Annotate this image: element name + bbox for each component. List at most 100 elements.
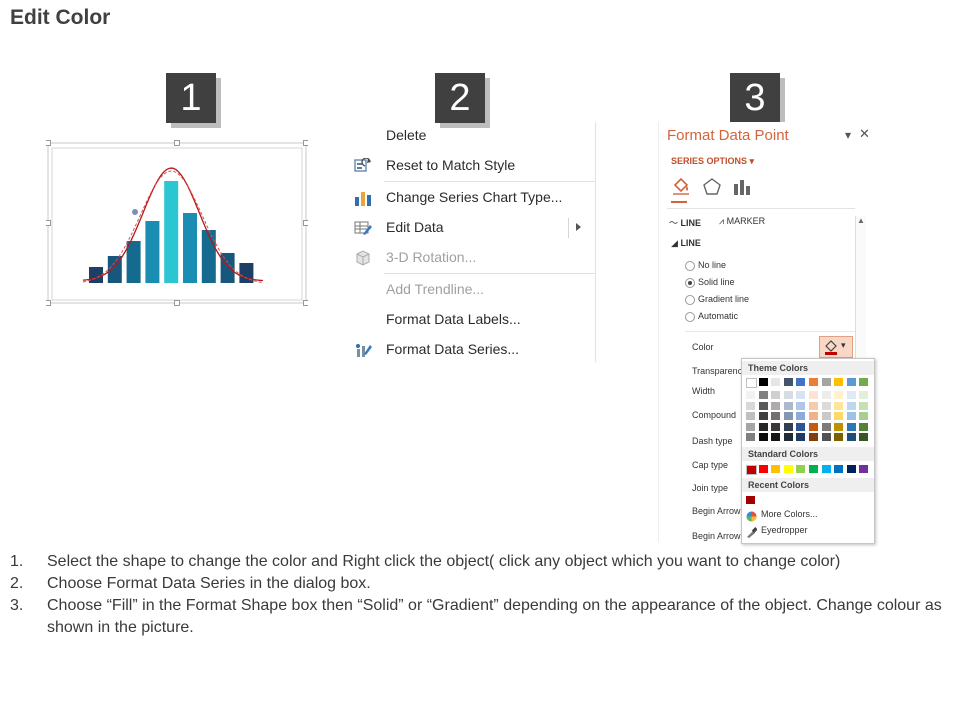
theme-shade-swatch[interactable] [796, 433, 806, 441]
eyedropper-item[interactable]: Eyedropper [744, 523, 872, 539]
section-line-header[interactable]: ◢ LINE [671, 238, 701, 249]
radio-button[interactable] [685, 261, 695, 271]
theme-color-swatch[interactable] [834, 378, 844, 386]
theme-shade-swatch[interactable] [796, 391, 806, 399]
theme-shade-swatch[interactable] [809, 422, 818, 431]
theme-color-swatch[interactable] [846, 378, 856, 386]
theme-shade-swatch[interactable] [746, 391, 755, 399]
theme-shade-swatch[interactable] [809, 412, 818, 420]
theme-shade-swatch[interactable] [758, 391, 768, 399]
theme-color-swatch[interactable] [859, 378, 869, 386]
theme-shade-swatch[interactable] [846, 412, 856, 420]
theme-shade-swatch[interactable] [821, 412, 831, 420]
standard-color-swatch[interactable] [859, 465, 869, 473]
standard-color-swatch[interactable] [834, 465, 844, 473]
fill-bucket-icon[interactable] [671, 177, 691, 200]
theme-color-swatch[interactable] [809, 378, 818, 386]
theme-shade-swatch[interactable] [771, 433, 781, 441]
menu-item-change-chart-type[interactable]: Change Series Chart Type... [346, 184, 596, 212]
theme-shade-swatch[interactable] [846, 391, 856, 399]
radio-button[interactable] [685, 312, 695, 322]
series-options-bar-icon[interactable] [733, 178, 751, 200]
theme-shade-swatch[interactable] [809, 391, 818, 399]
theme-shade-swatch[interactable] [821, 391, 831, 399]
theme-shade-swatch[interactable] [758, 412, 768, 420]
theme-color-swatch[interactable] [746, 378, 757, 388]
theme-shade-swatch[interactable] [783, 401, 793, 410]
radio-button[interactable] [685, 278, 695, 288]
chart-thumbnail[interactable] [45, 140, 309, 306]
color-picker-button[interactable]: ▾ [819, 336, 853, 358]
theme-color-swatch[interactable] [821, 378, 831, 386]
submenu-arrow-icon[interactable] [576, 223, 581, 231]
standard-color-swatch[interactable] [758, 465, 768, 473]
theme-shade-swatch[interactable] [771, 391, 781, 399]
theme-shade-swatch[interactable] [796, 401, 806, 410]
standard-color-swatch[interactable] [746, 465, 757, 475]
theme-shade-swatch[interactable] [746, 412, 755, 420]
theme-shade-swatch[interactable] [783, 391, 793, 399]
more-colors-item[interactable]: More Colors... [744, 507, 872, 523]
theme-shade-swatch[interactable] [859, 422, 869, 431]
theme-shade-swatch[interactable] [834, 412, 844, 420]
theme-shade-swatch[interactable] [821, 433, 831, 441]
standard-color-swatch[interactable] [821, 465, 831, 473]
chart-bar [220, 253, 235, 283]
close-icon[interactable]: ✕ [859, 126, 870, 142]
chart-thumbnail-panel[interactable] [45, 140, 309, 306]
standard-color-swatch[interactable] [809, 465, 818, 473]
pane-options-chevron-icon[interactable]: ▾ [845, 128, 851, 142]
standard-color-swatch[interactable] [771, 465, 781, 473]
theme-shade-swatch[interactable] [834, 401, 844, 410]
tab-line[interactable]: 〜 LINE [669, 216, 701, 229]
menu-item-edit-data[interactable]: Edit Data [346, 214, 596, 242]
menu-item-label: Add Trendline... [386, 281, 485, 297]
theme-shade-swatch[interactable] [771, 412, 781, 420]
theme-shade-swatch[interactable] [859, 391, 869, 399]
theme-shade-swatch[interactable] [846, 433, 856, 441]
theme-shade-swatch[interactable] [809, 433, 818, 441]
theme-shade-swatch[interactable] [746, 433, 755, 441]
theme-color-swatch[interactable] [783, 378, 793, 386]
theme-shade-swatch[interactable] [796, 422, 806, 431]
theme-shade-swatch[interactable] [821, 401, 831, 410]
theme-shade-swatch[interactable] [846, 422, 856, 431]
pentagon-effects-icon[interactable] [703, 178, 721, 200]
theme-shade-swatch[interactable] [771, 422, 781, 431]
theme-shade-swatch[interactable] [846, 401, 856, 410]
theme-shade-swatch[interactable] [809, 401, 818, 410]
theme-shade-swatch[interactable] [746, 422, 755, 431]
theme-shade-swatch[interactable] [746, 401, 755, 410]
standard-color-swatch[interactable] [796, 465, 806, 473]
theme-color-swatch[interactable] [796, 378, 806, 386]
menu-item-delete[interactable]: Delete [346, 122, 596, 150]
standard-colors-header: Standard Colors [742, 447, 874, 461]
theme-shade-swatch[interactable] [834, 422, 844, 431]
theme-shade-swatch[interactable] [859, 401, 869, 410]
theme-shade-swatch[interactable] [783, 422, 793, 431]
theme-shade-swatch[interactable] [783, 433, 793, 441]
theme-color-swatch[interactable] [758, 378, 768, 386]
standard-color-swatch[interactable] [783, 465, 793, 473]
standard-color-swatch[interactable] [846, 465, 856, 473]
theme-shade-swatch[interactable] [783, 412, 793, 420]
theme-shade-swatch[interactable] [834, 433, 844, 441]
theme-shade-swatch[interactable] [758, 422, 768, 431]
menu-item-format-data-labels[interactable]: Format Data Labels... [346, 306, 596, 334]
scroll-up-arrow-icon[interactable]: ▲ [857, 216, 865, 225]
theme-shade-swatch[interactable] [758, 433, 768, 441]
theme-shade-swatch[interactable] [834, 391, 844, 399]
radio-button[interactable] [685, 295, 695, 305]
series-options-dropdown[interactable]: SERIES OPTIONS ▾ [671, 156, 754, 167]
menu-item-format-data-series[interactable]: Format Data Series... [346, 336, 596, 364]
theme-shade-swatch[interactable] [796, 412, 806, 420]
tab-marker[interactable]: ⩘ MARKER [719, 216, 765, 227]
theme-shade-swatch[interactable] [859, 412, 869, 420]
theme-shade-swatch[interactable] [821, 422, 831, 431]
theme-shade-swatch[interactable] [771, 401, 781, 410]
theme-shade-swatch[interactable] [859, 433, 869, 441]
theme-color-swatch[interactable] [771, 378, 781, 386]
theme-shade-swatch[interactable] [758, 401, 768, 410]
menu-item-reset-style[interactable]: Reset to Match Style [346, 152, 596, 180]
recent-color-swatch[interactable] [746, 496, 755, 504]
